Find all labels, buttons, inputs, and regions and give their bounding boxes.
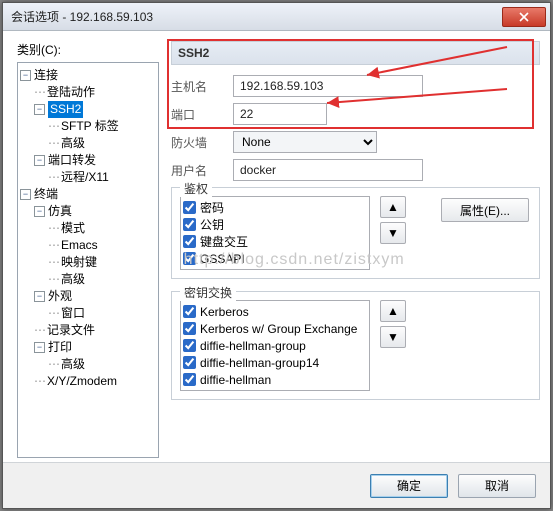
kex-check[interactable]: [183, 373, 196, 386]
host-label: 主机名: [171, 78, 233, 95]
user-input[interactable]: [233, 159, 423, 181]
collapse-icon[interactable]: −: [34, 155, 45, 166]
ok-button[interactable]: 确定: [370, 474, 448, 498]
tree-node-portfwd[interactable]: −端口转发: [20, 152, 156, 169]
tree-node-connection[interactable]: −连接: [20, 67, 156, 84]
auth-group: 鉴权 属性(E)... 密码 公钥 键盘交互 GSSAPI ▲ ▼: [171, 187, 540, 279]
row-user: 用户名: [171, 159, 540, 181]
tree-node-print[interactable]: −打印: [20, 339, 156, 356]
category-label: 类别(C):: [17, 41, 159, 58]
auth-listbox[interactable]: 密码 公钥 键盘交互 GSSAPI: [180, 196, 370, 270]
port-input[interactable]: [233, 103, 327, 125]
close-button[interactable]: [502, 7, 546, 27]
tree-node-window[interactable]: ⋯窗口: [20, 305, 156, 322]
properties-button[interactable]: 属性(E)...: [441, 198, 529, 222]
dialog-window: 会话选项 - 192.168.59.103 类别(C): −连接 ⋯登陆动作 −…: [2, 2, 551, 509]
dialog-footer: 确定 取消: [3, 462, 550, 508]
kex-listbox[interactable]: Kerberos Kerberos w/ Group Exchange diff…: [180, 300, 370, 391]
cancel-button[interactable]: 取消: [458, 474, 536, 498]
tree-node-appearance[interactable]: −外观: [20, 288, 156, 305]
tree-node-sftp[interactable]: ⋯SFTP 标签: [20, 118, 156, 135]
auth-check[interactable]: [183, 252, 196, 265]
host-input[interactable]: [233, 75, 423, 97]
kex-check[interactable]: [183, 305, 196, 318]
tree-node-emulation[interactable]: −仿真: [20, 203, 156, 220]
collapse-icon[interactable]: −: [34, 342, 45, 353]
list-item[interactable]: 密码: [183, 199, 367, 216]
kex-group: 密钥交换 Kerberos Kerberos w/ Group Exchange…: [171, 291, 540, 400]
tree-node-mapkey[interactable]: ⋯映射键: [20, 254, 156, 271]
list-item[interactable]: diffie-hellman: [183, 371, 367, 388]
list-item[interactable]: Kerberos w/ Group Exchange: [183, 320, 367, 337]
tree-node-advanced2[interactable]: ⋯高级: [20, 271, 156, 288]
section-header: SSH2: [171, 41, 540, 65]
tree-node-login[interactable]: ⋯登陆动作: [20, 84, 156, 101]
category-tree[interactable]: −连接 ⋯登陆动作 −SSH2 ⋯SFTP 标签 ⋯高级 −端口转发 ⋯远程/X…: [17, 62, 159, 458]
list-item[interactable]: GSSAPI: [183, 250, 367, 267]
move-down-button[interactable]: ▼: [380, 326, 406, 348]
kex-title: 密钥交换: [180, 284, 236, 301]
auth-updown: ▲ ▼: [380, 196, 406, 244]
tree-node-remote-x11[interactable]: ⋯远程/X11: [20, 169, 156, 186]
tree-node-emacs[interactable]: ⋯Emacs: [20, 237, 156, 254]
tree-node-advanced1[interactable]: ⋯高级: [20, 135, 156, 152]
kex-check[interactable]: [183, 356, 196, 369]
auth-check[interactable]: [183, 235, 196, 248]
user-label: 用户名: [171, 162, 233, 179]
tree-node-xyzmodem[interactable]: ⋯X/Y/Zmodem: [20, 373, 156, 390]
tree-node-advanced3[interactable]: ⋯高级: [20, 356, 156, 373]
tree-node-terminal[interactable]: −终端: [20, 186, 156, 203]
list-item[interactable]: diffie-hellman-group14: [183, 354, 367, 371]
dialog-body: 类别(C): −连接 ⋯登陆动作 −SSH2 ⋯SFTP 标签 ⋯高级 −端口转…: [3, 31, 550, 462]
tree-node-logfile[interactable]: ⋯记录文件: [20, 322, 156, 339]
kex-updown: ▲ ▼: [380, 300, 406, 348]
left-panel: 类别(C): −连接 ⋯登陆动作 −SSH2 ⋯SFTP 标签 ⋯高级 −端口转…: [17, 41, 159, 452]
collapse-icon[interactable]: −: [20, 70, 31, 81]
list-item[interactable]: 键盘交互: [183, 233, 367, 250]
window-title: 会话选项 - 192.168.59.103: [11, 8, 502, 25]
port-label: 端口: [171, 106, 233, 123]
row-host: 主机名: [171, 75, 540, 97]
kex-check[interactable]: [183, 339, 196, 352]
auth-check[interactable]: [183, 218, 196, 231]
auth-title: 鉴权: [180, 180, 212, 197]
move-up-button[interactable]: ▲: [380, 196, 406, 218]
move-up-button[interactable]: ▲: [380, 300, 406, 322]
titlebar: 会话选项 - 192.168.59.103: [3, 3, 550, 31]
firewall-label: 防火墙: [171, 134, 233, 151]
kex-check[interactable]: [183, 322, 196, 335]
collapse-icon[interactable]: −: [34, 104, 45, 115]
move-down-button[interactable]: ▼: [380, 222, 406, 244]
row-port: 端口: [171, 103, 540, 125]
list-item[interactable]: diffie-hellman-group: [183, 337, 367, 354]
list-item[interactable]: 公钥: [183, 216, 367, 233]
collapse-icon[interactable]: −: [34, 206, 45, 217]
tree-node-mode[interactable]: ⋯模式: [20, 220, 156, 237]
row-firewall: 防火墙 None: [171, 131, 540, 153]
close-icon: [519, 12, 529, 22]
collapse-icon[interactable]: −: [20, 189, 31, 200]
tree-node-ssh2[interactable]: −SSH2: [20, 101, 156, 118]
auth-check[interactable]: [183, 201, 196, 214]
collapse-icon[interactable]: −: [34, 291, 45, 302]
list-item[interactable]: Kerberos: [183, 303, 367, 320]
firewall-select[interactable]: None: [233, 131, 377, 153]
right-panel: SSH2 主机名 端口 防火墙 None 用户名 鉴权 属性(E)...: [159, 41, 540, 452]
